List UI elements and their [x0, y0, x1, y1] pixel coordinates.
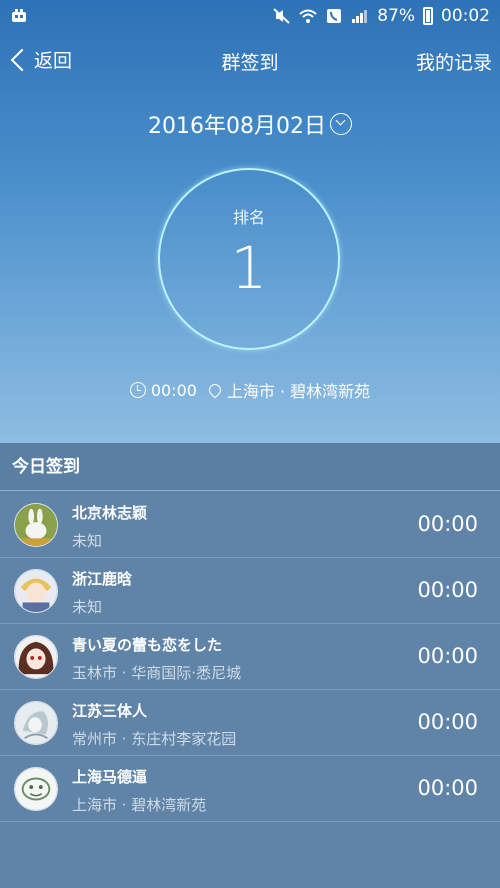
item-time: 00:00: [417, 710, 478, 734]
signal-icon: [352, 10, 368, 23]
rank-circle: 排名 1: [158, 168, 340, 350]
location-pin-icon: [206, 381, 224, 399]
item-location: 未知: [72, 532, 103, 550]
item-location: 未知: [72, 598, 103, 616]
list-item[interactable]: 上海马德逼 上海市 · 碧林湾新苑 00:00: [0, 756, 500, 822]
doodle-avatar-icon: [14, 767, 58, 811]
sketch-avatar-icon: [14, 701, 58, 745]
battery-icon: [423, 7, 433, 25]
item-time: 00:00: [417, 578, 478, 602]
mute-icon: [273, 8, 290, 24]
item-time: 00:00: [417, 512, 478, 536]
battery-percent: 87%: [377, 6, 415, 26]
list-item[interactable]: 北京林志颖 未知 00:00: [0, 492, 500, 558]
item-location: 玉林市 · 华商国际·悉尼城: [72, 664, 242, 682]
nav-bar: 返回 群签到 我的记录: [0, 40, 500, 80]
anime-boy-avatar-icon: [14, 569, 58, 613]
item-time: 00:00: [417, 644, 478, 668]
app-notification-icon: [12, 9, 26, 22]
checkin-list: 北京林志颖 未知 00:00 浙江鹿晗 未知 00:00 青い夏の蕾も恋をした …: [0, 492, 500, 822]
section-header: 今日签到: [0, 443, 500, 491]
list-item[interactable]: 青い夏の蕾も恋をした 玉林市 · 华商国际·悉尼城 00:00: [0, 624, 500, 690]
item-name: 北京林志颖: [72, 504, 148, 522]
list-item[interactable]: 江苏三体人 常州市 · 东庄村李家花园 00:00: [0, 690, 500, 756]
status-bar: 87% 00:02: [0, 0, 500, 32]
checkin-time: 00:00: [150, 380, 197, 400]
item-location: 常州市 · 东庄村李家花园: [72, 730, 237, 748]
item-name: 浙江鹿晗: [72, 570, 133, 588]
date-text: 2016年08月02日: [148, 114, 326, 139]
rabbit-avatar-icon: [14, 503, 58, 547]
my-records-button[interactable]: 我的记录: [416, 48, 492, 75]
alarm-clock-icon: [129, 382, 146, 398]
checkin-location: 上海市 · 碧林湾新苑: [226, 382, 371, 401]
rank-value: 1: [230, 234, 268, 302]
item-name: 江苏三体人: [72, 702, 148, 720]
list-item[interactable]: 浙江鹿晗 未知 00:00: [0, 558, 500, 624]
item-name: 上海马德逼: [72, 768, 148, 786]
date-selector[interactable]: 2016年08月02日: [0, 108, 500, 140]
phone-icon: [327, 9, 342, 23]
rank-label: 排名: [232, 208, 265, 227]
item-location: 上海市 · 碧林湾新苑: [72, 796, 207, 814]
clock-time: 00:02: [441, 6, 490, 26]
item-time: 00:00: [417, 776, 478, 800]
chevron-down-icon: [329, 113, 352, 135]
wifi-icon: [299, 9, 317, 23]
anime-girl-avatar-icon: [14, 635, 58, 679]
checkin-info: 00:00 上海市 · 碧林湾新苑: [0, 378, 500, 402]
item-name: 青い夏の蕾も恋をした: [72, 636, 223, 654]
